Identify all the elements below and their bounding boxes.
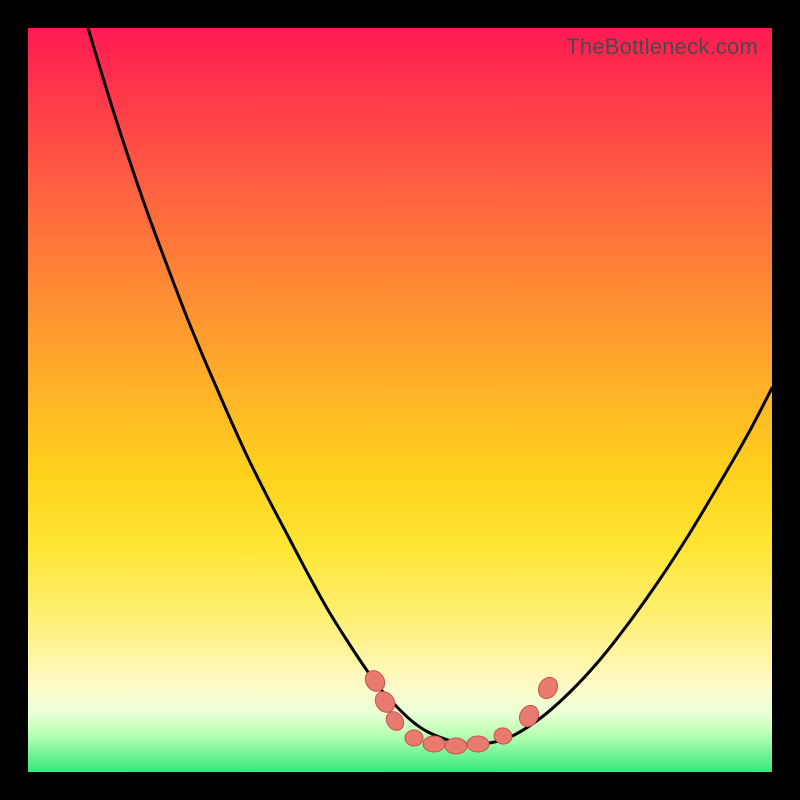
curve-marker [467,736,489,752]
curve-marker [361,667,388,695]
bottleneck-curve [88,28,772,745]
curve-marker [405,730,423,746]
curve-marker [516,702,543,730]
curve-marker [535,674,562,702]
curve-marker [423,736,445,752]
chart-frame: TheBottleneck.com [0,0,800,800]
curve-marker [445,738,467,754]
curve-markers [361,667,561,754]
curve-svg [28,28,772,772]
plot-area: TheBottleneck.com [28,28,772,772]
